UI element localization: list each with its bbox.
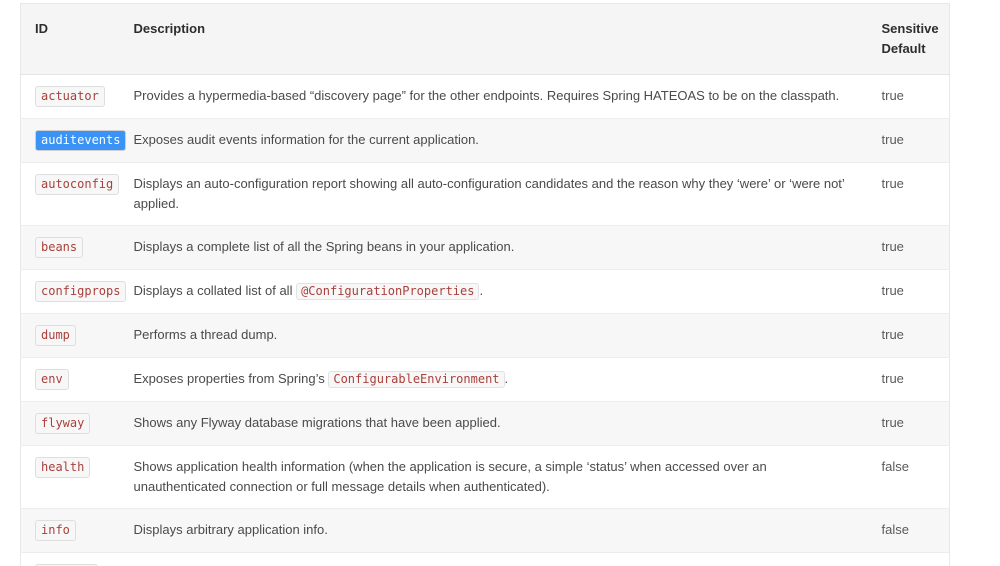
table-body: actuator Provides a hypermedia-based “dis… [20, 74, 950, 566]
description-text: Exposes properties from Spring’s [133, 371, 329, 386]
sensitive-default-cell: true [881, 401, 950, 446]
table-header-row: ID Description Sensitive Default [20, 3, 950, 75]
table-row: loggersShows and modifies the configurat… [20, 552, 950, 566]
table-row: actuator Provides a hypermedia-based “dis… [20, 74, 950, 119]
endpoint-id-cell: flyway [20, 401, 134, 446]
description-text: . [504, 371, 509, 386]
endpoint-id-cell: configprops [20, 269, 134, 314]
sensitive-default-cell: true [881, 162, 950, 226]
endpoint-id-code[interactable]: actuator [35, 86, 105, 107]
endpoint-description-cell: Shows application health information (wh… [133, 445, 882, 509]
endpoint-id-code[interactable]: autoconfig [35, 174, 120, 195]
endpoint-description-cell: Exposes properties from Spring’s Configu… [133, 357, 882, 402]
table-row: info Displays arbitrary application info.… [20, 508, 950, 553]
endpoint-id-cell: dump [20, 313, 134, 358]
description-text: . [479, 283, 484, 298]
table-row: dump Performs a thread dump. true [20, 313, 950, 358]
endpoint-id-cell: actuator [20, 74, 134, 119]
inline-code: @ConfigurationProperties [296, 283, 480, 300]
description-text: Displays arbitrary application info. [133, 522, 328, 537]
description-text: Displays a collated list of all [133, 283, 297, 298]
endpoint-description-cell: Shows any Flyway database migrations tha… [133, 401, 882, 446]
sensitive-default-cell: true [881, 118, 950, 163]
table-row: health Shows application health informati… [20, 445, 950, 509]
sensitive-default-cell: true [881, 74, 950, 119]
sensitive-default-cell: false [881, 508, 950, 553]
endpoint-id-code[interactable]: health [35, 457, 91, 478]
endpoint-description-cell: Displays a complete list of all the Spri… [133, 225, 882, 270]
endpoint-id-cell: env [20, 357, 134, 402]
endpoint-id-code[interactable]: configprops [35, 281, 127, 302]
endpoint-id-cell: info [20, 508, 134, 553]
column-header-sensitive-default: Sensitive Default [881, 3, 950, 75]
endpoint-description-cell: Displays a collated list of all @Configu… [133, 269, 882, 314]
endpoint-id-code[interactable]: info [35, 520, 76, 541]
endpoint-description-cell: Displays an auto-configuration report sh… [133, 162, 882, 226]
column-header-id: ID [20, 3, 134, 75]
table-row: beans Displays a complete list of all the… [20, 225, 950, 270]
description-text: Exposes audit events information for the… [133, 132, 479, 147]
endpoint-description-cell: Provides a hypermedia-based “discovery p… [133, 74, 882, 119]
endpoint-id-cell: autoconfig [20, 162, 134, 226]
endpoint-id-cell: beans [20, 225, 134, 270]
table-row: flyway Shows any Flyway database migratio… [20, 401, 950, 446]
description-text: Performs a thread dump. [133, 327, 278, 342]
endpoint-id-cell: loggers [20, 552, 134, 566]
table-row: env Exposes properties from Spring’s Conf… [20, 357, 950, 402]
inline-code: ConfigurableEnvironment [328, 371, 505, 388]
description-text: Shows application health information (wh… [133, 459, 767, 494]
sensitive-default-cell: true [881, 269, 950, 314]
endpoint-id-code[interactable]: beans [35, 237, 84, 258]
endpoint-description-cell: Displays arbitrary application info. [133, 508, 882, 553]
endpoints-table: ID Description Sensitive Default actuato… [20, 3, 950, 566]
endpoint-id-code[interactable]: env [35, 369, 69, 390]
description-text: Shows any Flyway database migrations tha… [133, 415, 501, 430]
endpoint-id-code[interactable]: dump [35, 325, 76, 346]
column-header-description: Description [133, 3, 882, 75]
sensitive-default-cell: false [881, 445, 950, 509]
sensitive-default-cell: true [881, 552, 950, 566]
table-row: configprops Displays a collated list of a… [20, 269, 950, 314]
sensitive-default-cell: true [881, 225, 950, 270]
description-text: Displays a complete list of all the Spri… [133, 239, 515, 254]
table-row: autoconfig Displays an auto-configuration… [20, 162, 950, 226]
endpoint-description-cell: Performs a thread dump. [133, 313, 882, 358]
endpoint-description-cell: Shows and modifies the configuration of … [133, 552, 882, 566]
endpoint-id-code[interactable]: flyway [35, 413, 91, 434]
endpoint-description-cell: Exposes audit events information for the… [133, 118, 882, 163]
endpoint-id-cell: health [20, 445, 134, 509]
table-header: ID Description Sensitive Default [20, 3, 950, 75]
sensitive-default-cell: true [881, 357, 950, 402]
page-root: ID Description Sensitive Default actuato… [0, 0, 1000, 566]
endpoint-id-code[interactable]: auditevents [35, 130, 127, 151]
table-row: auditevents Exposes audit events informat… [20, 118, 950, 163]
endpoint-id-cell: auditevents [20, 118, 134, 163]
endpoints-table-wrapper: ID Description Sensitive Default actuato… [20, 3, 950, 566]
description-text: Provides a hypermedia-based “discovery p… [133, 88, 840, 103]
description-text: Displays an auto-configuration report sh… [133, 176, 845, 211]
sensitive-default-cell: true [881, 313, 950, 358]
